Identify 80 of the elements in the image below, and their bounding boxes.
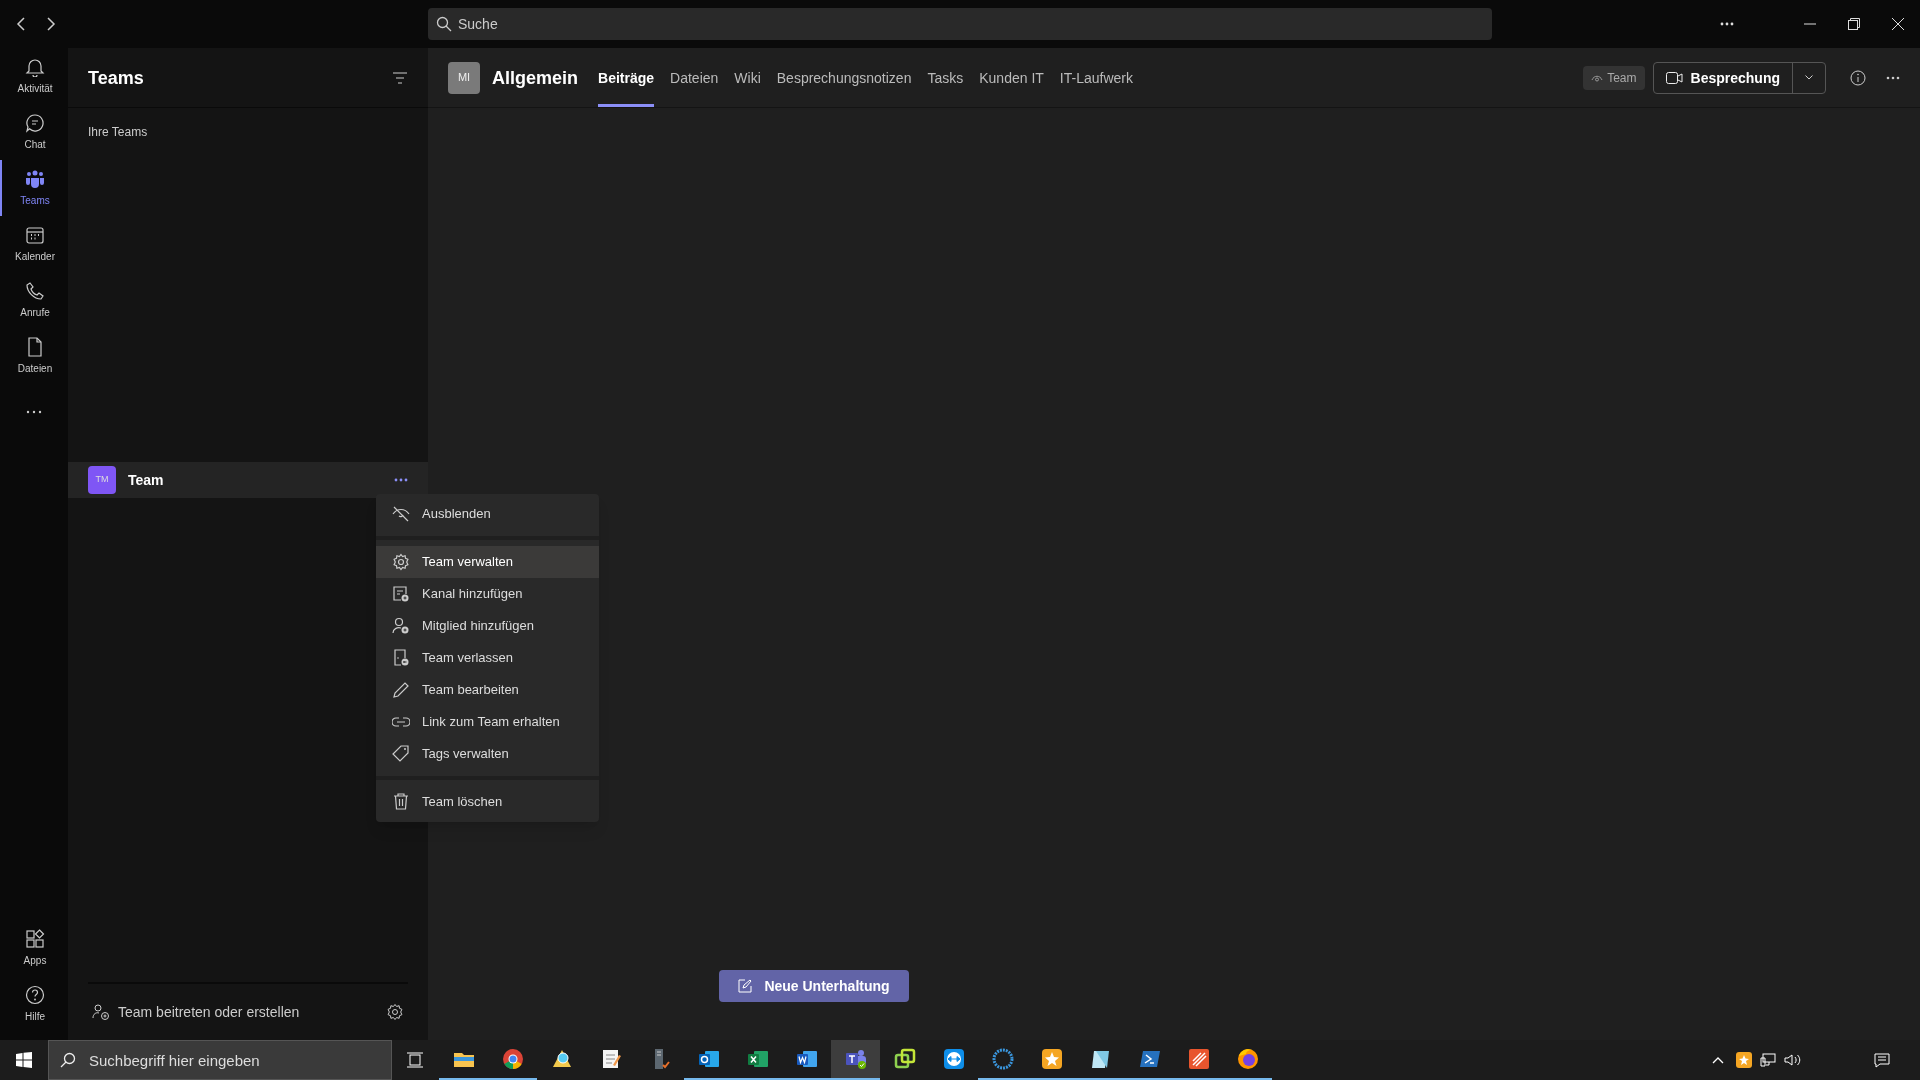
settings-icon[interactable] — [386, 1003, 404, 1021]
windows-start-icon[interactable] — [16, 1052, 32, 1068]
new-conversation-button[interactable]: Neue Unterhaltung — [719, 970, 909, 1002]
channel-tab[interactable]: Dateien — [670, 48, 719, 107]
more-icon[interactable] — [26, 410, 42, 414]
team-row[interactable]: TM Team — [68, 462, 428, 498]
fox-icon — [1235, 1047, 1260, 1071]
video-camera-icon — [1665, 71, 1683, 84]
leave-icon — [392, 649, 410, 667]
join-team-link[interactable]: Team beitreten oder erstellen — [92, 1002, 300, 1022]
rail-tab[interactable]: Hilfe — [0, 976, 68, 1032]
squares-icon — [892, 1047, 917, 1071]
forward-icon[interactable] — [46, 17, 56, 31]
help-icon — [25, 984, 45, 1005]
menu-item[interactable]: Team löschen — [376, 786, 599, 818]
channel-tab[interactable]: Beiträge — [598, 48, 655, 107]
more-icon[interactable] — [1886, 75, 1900, 80]
close-icon[interactable] — [1892, 18, 1904, 30]
trash-icon — [392, 793, 410, 811]
calendar-icon — [25, 224, 45, 245]
info-icon[interactable] — [1850, 69, 1866, 86]
team-name: Team — [128, 471, 165, 490]
channel-tab[interactable]: Besprechungsnotizen — [776, 48, 912, 107]
search-icon — [60, 1052, 76, 1068]
more-icon[interactable] — [1720, 22, 1734, 26]
taskbar-search-field[interactable]: Suchbegriff hier eingeben — [48, 1040, 392, 1080]
channel-tab[interactable]: IT-Laufwerk — [1059, 48, 1133, 107]
menu-item[interactable]: Kanal hinzufügen — [376, 578, 599, 610]
back-icon[interactable] — [16, 17, 26, 31]
task-view-icon[interactable] — [407, 1052, 423, 1068]
stack-icon — [1186, 1047, 1211, 1071]
rail-tab[interactable]: Anrufe — [0, 272, 68, 328]
section-heading: Ihre Teams — [87, 124, 149, 140]
eye-icon — [1591, 73, 1604, 82]
rail-tab[interactable]: Apps — [0, 920, 68, 976]
bell-icon — [25, 56, 45, 77]
search-icon — [436, 16, 452, 32]
person-add-icon — [392, 617, 410, 635]
filter-icon[interactable] — [392, 71, 408, 84]
channel-tab[interactable]: Kunden IT — [979, 48, 1044, 107]
file-icon — [25, 336, 45, 357]
channel-tab[interactable]: Tasks — [927, 48, 964, 107]
people-add-icon — [92, 1003, 110, 1021]
channel-avatar: MI — [448, 61, 480, 94]
phone-icon — [25, 280, 45, 301]
menu-item[interactable]: Mitglied hinzufügen — [376, 610, 599, 642]
team-chat-icon — [843, 1047, 868, 1071]
menu-item[interactable]: Team bearbeiten — [376, 674, 599, 706]
menu-item[interactable]: Team verwalten — [376, 546, 599, 578]
team-avatar: TM — [88, 466, 116, 494]
menu-item[interactable]: Tags verwalten — [376, 738, 599, 770]
volume-icon[interactable] — [1784, 1053, 1802, 1067]
channel-tab[interactable]: Wiki — [734, 48, 761, 107]
tag-icon — [392, 745, 410, 763]
pencil-icon — [392, 681, 410, 699]
team-badge[interactable]: Team — [1583, 65, 1645, 90]
gear-icon — [392, 553, 410, 571]
rail-tab[interactable]: Dateien — [0, 328, 68, 384]
channel-add-icon — [392, 585, 410, 603]
search-field[interactable]: Suche — [428, 8, 1492, 40]
chevron-up-icon[interactable] — [1712, 1056, 1724, 1064]
notifications-icon[interactable] — [1874, 1052, 1890, 1068]
restore-icon[interactable] — [1848, 18, 1860, 30]
tray-app-icon[interactable] — [1736, 1052, 1752, 1068]
apps-icon — [25, 928, 45, 949]
rail-tab[interactable]: Chat — [0, 104, 68, 160]
people-icon — [25, 168, 45, 189]
menu-item[interactable]: Link zum Team erhalten — [376, 706, 599, 738]
rail-tab[interactable]: Kalender — [0, 216, 68, 272]
menu-item[interactable]: Team verlassen — [376, 642, 599, 674]
network-icon[interactable] — [1760, 1053, 1776, 1067]
channel-name: Allgemein — [492, 66, 579, 90]
chat-icon — [25, 112, 45, 133]
rail-tab[interactable]: Aktivität — [0, 48, 68, 104]
panel-title: Teams — [88, 66, 144, 90]
menu-item[interactable]: Ausblenden — [376, 498, 599, 530]
eye-slash-icon — [392, 505, 410, 523]
browser-icon — [500, 1047, 525, 1071]
chevron-down-icon — [1805, 75, 1813, 80]
compose-icon — [738, 979, 753, 993]
